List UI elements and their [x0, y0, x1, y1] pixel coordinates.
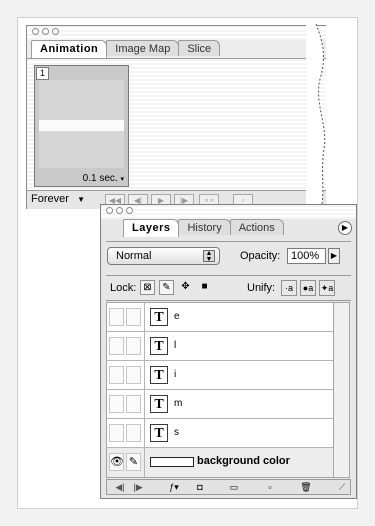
new-layer-icon[interactable]: ▫	[261, 481, 279, 493]
layer-row[interactable]: T m	[107, 390, 333, 419]
close-button[interactable]	[106, 207, 113, 214]
visibility-toggle[interactable]	[109, 424, 124, 442]
layer-name: i	[174, 369, 177, 380]
layer-name: m	[174, 398, 183, 409]
background-layer-name: background color	[197, 455, 290, 467]
previous-frame-icon[interactable]: ◀|	[111, 481, 129, 493]
tab-animation[interactable]: Animation	[31, 40, 108, 58]
text-layer-icon: T	[150, 308, 168, 326]
text-layer-icon: T	[150, 366, 168, 384]
frame-delay-value: 0.1 sec.	[82, 173, 118, 184]
layer-name: l	[174, 340, 177, 351]
animation-palette: Animation Image Map Slice 1 0.1 sec. ▾ F…	[26, 25, 326, 209]
frame-preview-band	[39, 120, 124, 131]
text-layer-icon: T	[150, 337, 168, 355]
row-divider	[144, 448, 145, 477]
layer-style-icon[interactable]: ƒ▾	[165, 481, 183, 493]
link-toggle[interactable]	[126, 366, 141, 384]
layers-bottom-bar: ◀| |▶ ƒ▾ ◘ ▭ ▫ 🗑 ⟋	[106, 479, 351, 495]
blend-mode-select[interactable]: Normal ▲ ▼	[107, 247, 220, 265]
loop-value: Forever	[31, 193, 69, 205]
tab-layers[interactable]: Layers	[123, 219, 180, 237]
lock-all-icon[interactable]: ■	[197, 280, 212, 295]
layer-row[interactable]: T i	[107, 361, 333, 390]
frame-number: 1	[36, 67, 49, 80]
background-layer-row[interactable]: 👁 ✎ background color	[107, 448, 333, 477]
lock-label: Lock:	[110, 282, 137, 294]
layer-row[interactable]: T e	[107, 303, 333, 332]
row-divider	[144, 419, 145, 447]
unify-position-icon[interactable]: ·a	[281, 280, 297, 296]
tab-slice[interactable]: Slice	[178, 40, 221, 56]
text-layer-icon: T	[150, 395, 168, 413]
opacity-input[interactable]: 100%	[287, 248, 326, 264]
layers-list: T e T l T i T m T s 👁 ✎ background color	[106, 302, 334, 478]
palette-menu-icon[interactable]: ▶	[338, 221, 352, 235]
window-buttons	[106, 207, 133, 214]
lock-paint-icon[interactable]: ✎	[159, 280, 174, 295]
next-frame-icon[interactable]: |▶	[129, 481, 147, 493]
visibility-toggle[interactable]	[109, 337, 124, 355]
brush-icon[interactable]: ✎	[126, 453, 141, 471]
resize-grip-icon[interactable]: ⟋	[333, 481, 351, 493]
minimize-button[interactable]	[42, 28, 49, 35]
loop-select[interactable]: Forever ▼	[31, 193, 87, 206]
layer-row[interactable]: T l	[107, 332, 333, 361]
layer-name: e	[174, 311, 180, 322]
opacity-slider-button[interactable]: ▶	[328, 248, 340, 264]
opacity-label: Opacity:	[240, 250, 281, 262]
row-divider	[144, 332, 145, 360]
layer-row[interactable]: T s	[107, 419, 333, 448]
unify-label: Unify:	[247, 282, 276, 294]
visibility-toggle[interactable]	[109, 395, 124, 413]
lock-transparency-icon[interactable]: ⊠	[140, 280, 155, 295]
frame-thumbnail[interactable]: 1 0.1 sec. ▾	[34, 65, 129, 187]
lock-row: Lock: ⊠ ✎ ✥ ■ Unify: ·a ●a ✦a	[106, 275, 351, 301]
frame-preview	[39, 80, 124, 168]
background-layer-thumbnail	[150, 457, 194, 467]
stepper-icon: ▲ ▼	[203, 250, 215, 263]
minimize-button[interactable]	[116, 207, 123, 214]
new-set-icon[interactable]: ▭	[225, 481, 243, 493]
row-divider	[144, 390, 145, 418]
layers-scrollbar[interactable]	[334, 302, 350, 478]
tab-actions[interactable]: Actions	[229, 219, 284, 235]
row-divider	[144, 361, 145, 389]
visibility-toggle[interactable]	[109, 308, 124, 326]
zoom-button[interactable]	[126, 207, 133, 214]
animation-tabs: Animation Image Map Slice	[31, 40, 221, 58]
eye-icon[interactable]: 👁	[109, 453, 124, 471]
layers-tabs: Layers History Actions	[123, 219, 284, 237]
text-layer-icon: T	[150, 424, 168, 442]
add-mask-icon[interactable]: ◘	[191, 481, 209, 493]
row-divider	[144, 303, 145, 331]
link-toggle[interactable]	[126, 308, 141, 326]
link-toggle[interactable]	[126, 424, 141, 442]
blend-mode-value: Normal	[116, 250, 152, 262]
layers-titlebar[interactable]	[101, 205, 356, 219]
torn-edge	[306, 24, 326, 212]
layer-name: s	[174, 427, 179, 438]
animation-titlebar[interactable]	[27, 26, 326, 40]
window-buttons	[32, 28, 59, 35]
link-toggle[interactable]	[126, 337, 141, 355]
animation-frames-area: 1 0.1 sec. ▾	[27, 58, 326, 190]
link-toggle[interactable]	[126, 395, 141, 413]
tab-history[interactable]: History	[178, 219, 231, 235]
zoom-button[interactable]	[52, 28, 59, 35]
lock-position-icon[interactable]: ✥	[178, 280, 193, 295]
layers-palette: Layers History Actions ▶ Normal ▲ ▼ Opaci…	[100, 204, 357, 499]
unify-visibility-icon[interactable]: ●a	[300, 280, 316, 296]
trash-icon[interactable]: 🗑	[297, 481, 315, 493]
tab-image-map[interactable]: Image Map	[106, 40, 180, 56]
chevron-down-icon: ▾	[120, 176, 124, 183]
chevron-down-icon: ▼	[77, 195, 85, 204]
blend-row: Normal ▲ ▼ Opacity: 100% ▶	[106, 241, 351, 268]
frame-delay[interactable]: 0.1 sec. ▾	[83, 173, 124, 184]
unify-style-icon[interactable]: ✦a	[319, 280, 335, 296]
close-button[interactable]	[32, 28, 39, 35]
visibility-toggle[interactable]	[109, 366, 124, 384]
